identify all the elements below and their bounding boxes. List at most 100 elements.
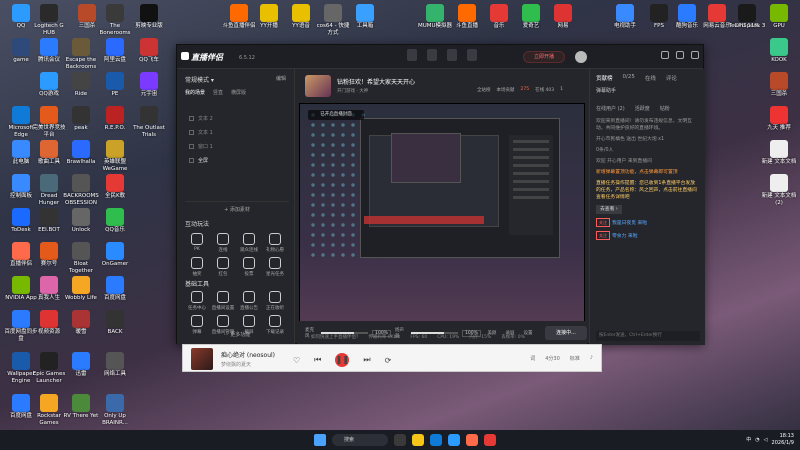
desktop-shortcut[interactable]: The Outlast Trials [130,106,168,138]
tool-item[interactable]: 任务中心 [185,291,209,311]
settings-icon[interactable] [407,49,417,61]
desktop-shortcut[interactable]: Escape the Backrooms [62,38,100,70]
start-stream-button[interactable]: 立即开播 [523,51,565,63]
player-option[interactable]: ♪ [590,355,593,362]
fan-message[interactable]: 我是日夜觅 来啦 [612,221,647,226]
tool-item[interactable]: 星光任务 [263,257,287,277]
desktop-shortcut[interactable]: R.E.P.O. [96,106,134,132]
desktop-shortcut[interactable]: PE [96,72,134,98]
desktop-shortcut[interactable]: RV There Yet [62,394,100,420]
edit-button[interactable]: 编辑 [276,75,286,82]
tool-item[interactable]: 观众连线 [237,233,261,253]
desktop-shortcut[interactable]: The Bonerooms [96,4,134,36]
desktop-shortcut[interactable]: 阿里云盘 [96,38,134,64]
room-stat[interactable]: 在线 403 [535,87,554,93]
scene-tab[interactable]: 竖直 [213,89,223,96]
desktop-shortcut[interactable]: 剪映专业版 [130,4,168,30]
right-tab[interactable]: 贡献榜 [596,74,613,82]
layer-checkbox[interactable] [189,158,194,163]
user-tab[interactable]: 在线用户 (2) [596,105,625,112]
view-task-button[interactable]: 去查看 › [596,205,622,214]
tool-item[interactable]: PK [185,233,209,253]
wifi-icon[interactable]: ◔ [755,437,759,443]
taskbar-search[interactable]: 搜索 [332,434,388,446]
desktop-shortcut[interactable]: BACK [96,310,134,336]
tool-item[interactable]: 连线 [211,233,235,253]
prev-icon[interactable]: ⏮ [314,355,321,365]
desktop-shortcut[interactable]: Only Up BRAINR... [96,394,134,426]
desktop-shortcut[interactable]: QQ音乐 [96,208,134,234]
player-option[interactable]: 标准 [570,355,580,362]
live-companion-icon[interactable] [466,434,478,446]
fan-message[interactable]: 零食力 来啦 [612,234,638,239]
desktop-shortcut[interactable]: Wobbly Life [62,276,100,302]
record-icon[interactable] [467,49,477,61]
minimize-icon[interactable] [661,51,669,59]
scene-tab[interactable]: 我的场景 [185,89,205,96]
player-option[interactable]: 词 [530,355,535,362]
clock[interactable]: 18:13 2026/1/9 [772,433,794,446]
room-category[interactable]: 开门游戏 · 大神 [337,88,368,94]
layer-checkbox[interactable] [189,130,194,135]
user-tab[interactable]: 活跃度 [635,105,650,112]
like-icon[interactable]: ♡ [293,356,300,365]
user-tab[interactable]: 钻粉 [660,105,670,112]
desktop-shortcut[interactable]: Ride [62,72,100,98]
desktop-shortcut[interactable]: 暖雪 [62,310,100,336]
layer-checkbox[interactable] [189,116,194,121]
language-indicator[interactable]: 中 [746,436,751,443]
room-stat[interactable]: 本场贡献 [497,87,515,93]
desktop-shortcut[interactable]: Logitech G HUB [30,4,68,36]
scene-layer[interactable]: 文本 1 [189,127,285,138]
file-explorer-icon[interactable] [412,434,424,446]
maximize-icon[interactable] [676,51,684,59]
task-view-icon[interactable] [394,434,406,446]
tool-item[interactable]: 正在收听 [263,291,287,311]
tool-item[interactable]: 直播间设置 [211,291,235,311]
more-tools-button[interactable]: ⋯ 更多功能 [185,331,289,338]
desktop-shortcut[interactable]: BACKROOMS OBSESSION [62,174,100,206]
room-stat[interactable]: 275 [521,87,530,93]
help-tip[interactable]: 如何快速上手直播伴侣? [311,334,358,340]
desktop-shortcut[interactable]: 新建 文本文档 (2) [760,174,798,206]
room-stat[interactable]: 1 [560,87,563,93]
add-material-button[interactable]: + 添加素材 [185,201,289,213]
stream-preview[interactable]: 已开启直播封面 [299,103,585,343]
desktop-shortcut[interactable]: 工具箱 [346,4,384,30]
desktop-shortcut[interactable]: 百度网盘 [96,276,134,302]
qq-icon[interactable] [448,434,460,446]
volume-icon[interactable]: ◁ [764,437,768,443]
mode-selector[interactable]: 常规模式 ▾ [185,75,214,84]
tool-item[interactable]: 抽奖 [185,257,209,277]
netease-music-icon[interactable] [484,434,496,446]
right-tab[interactable]: 0/25 [623,74,635,82]
scene-layer[interactable]: 窗口 1 [189,141,285,152]
desktop-shortcut[interactable]: peak [62,106,100,132]
desktop-shortcut[interactable]: Bloat Together [62,242,100,274]
desktop-shortcut[interactable]: KOOK [760,38,798,64]
chat-input[interactable]: 按Enter发送，Ctrl+Enter换行 [596,331,700,341]
desktop-shortcut[interactable]: 新建 文本文档 [760,140,798,166]
desktop-shortcut[interactable]: 英雄联盟 WeGame [96,140,134,172]
desktop-shortcut[interactable]: Brawlhalla [62,140,100,166]
edge-icon[interactable] [430,434,442,446]
tool-item[interactable]: 礼物心愿 [263,233,287,253]
start-icon[interactable] [314,434,326,446]
player-option[interactable]: 4分30 [545,355,560,362]
scene-layer[interactable]: 文本 2 [189,113,285,124]
desktop-shortcut[interactable]: QQ飞车 [130,38,168,64]
pause-button[interactable]: ❚❚ [335,353,350,367]
desktop-shortcut[interactable]: 元宇宙 [130,72,168,98]
desktop-shortcut[interactable]: 网络工具 [96,352,134,378]
screen-icon[interactable] [447,49,457,61]
desktop-shortcut[interactable]: 三国杀 [760,72,798,98]
desktop-shortcut[interactable]: 电视助手 [606,4,644,30]
desktop-shortcut[interactable]: 九天 推荐 [760,106,798,132]
scene-layer[interactable]: 全屏 [189,155,285,166]
desktop-shortcut[interactable]: 迅雷 [62,352,100,378]
room-title[interactable]: 钻粉狂欢！希望大家天天开心 [337,77,415,86]
tool-item[interactable]: 投票 [237,257,261,277]
right-tab[interactable]: 在线 [645,74,656,82]
tool-item[interactable]: 红包 [211,257,235,277]
room-stat[interactable]: 全站榜 [477,87,491,93]
